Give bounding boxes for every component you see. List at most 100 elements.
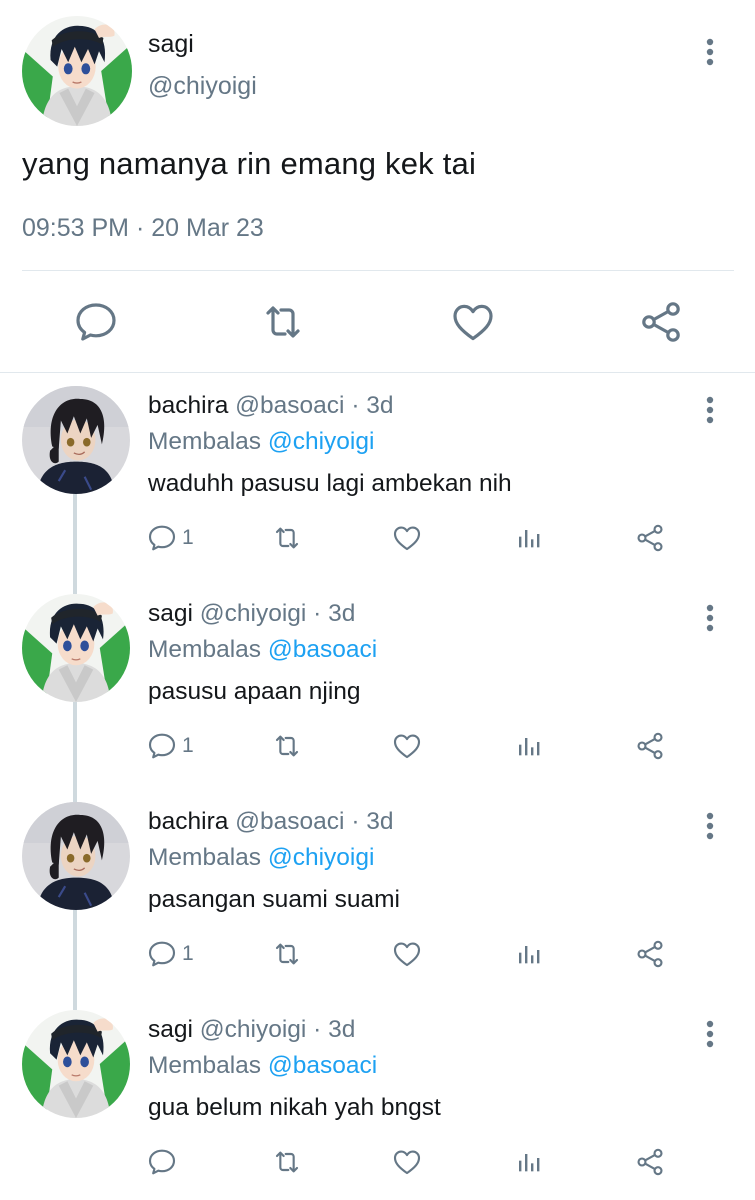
analytics-button[interactable] — [513, 1142, 545, 1182]
author-name[interactable]: sagi — [148, 600, 193, 627]
replying-label: Membalas — [148, 1052, 262, 1079]
like-button[interactable] — [391, 934, 423, 974]
reply-header: sagi @chiyoigi · 3d — [148, 1016, 355, 1044]
mention-link[interactable]: @chiyoigi — [268, 844, 375, 871]
reply-tweet[interactable]: bachira @basoaci · 3d Membalas @chiyoigi… — [0, 802, 755, 1010]
reply-text: pasangan suami suami — [148, 886, 400, 913]
more-vertical-icon — [695, 806, 725, 846]
reply-tweet[interactable]: sagi @chiyoigi · 3d Membalas @basoaci pa… — [0, 594, 755, 802]
retweet-button[interactable] — [259, 298, 307, 346]
reply-icon — [146, 938, 178, 970]
more-options-button[interactable] — [695, 390, 725, 430]
more-options-button[interactable] — [695, 1014, 725, 1054]
author-handle[interactable]: @chiyoigi — [200, 600, 307, 627]
author-handle[interactable]: @chiyoigi — [200, 1016, 307, 1043]
retweet-icon — [271, 1146, 303, 1178]
reply-button[interactable]: 1 — [146, 518, 194, 558]
avatar-image — [22, 594, 130, 702]
avatar-bachira[interactable] — [22, 802, 130, 910]
share-button[interactable] — [637, 298, 685, 346]
retweet-button[interactable] — [271, 1142, 303, 1182]
reply-button[interactable]: 1 — [146, 934, 194, 974]
author-handle[interactable]: @chiyoigi — [148, 72, 257, 101]
reply-actions: 1 — [0, 518, 755, 558]
share-icon — [634, 938, 666, 970]
avatar-sagi[interactable] — [22, 16, 132, 126]
reply-button[interactable] — [72, 298, 120, 346]
avatar-image — [22, 16, 132, 126]
like-button[interactable] — [391, 726, 423, 766]
analytics-button[interactable] — [513, 726, 545, 766]
reply-count: 1 — [182, 526, 194, 549]
share-button[interactable] — [634, 934, 666, 974]
retweet-button[interactable] — [271, 726, 303, 766]
reply-actions: 1 — [0, 726, 755, 766]
like-button[interactable] — [449, 298, 497, 346]
more-options-button[interactable] — [695, 598, 725, 638]
author-handle[interactable]: @basoaci — [235, 808, 344, 835]
author-name[interactable]: bachira — [148, 808, 228, 835]
more-options-button[interactable] — [695, 806, 725, 846]
replying-label: Membalas — [148, 428, 262, 455]
reply-actions — [0, 1142, 755, 1182]
like-icon — [391, 1146, 423, 1178]
retweet-icon — [271, 730, 303, 762]
meta-separator: · — [313, 1016, 322, 1043]
reply-header: sagi @chiyoigi · 3d — [148, 600, 355, 628]
analytics-icon — [513, 730, 545, 762]
like-icon — [391, 938, 423, 970]
more-options-button[interactable] — [695, 32, 725, 72]
mention-link[interactable]: @basoaci — [268, 1052, 377, 1079]
mention-link[interactable]: @basoaci — [268, 636, 377, 663]
reply-actions: 1 — [0, 934, 755, 974]
avatar-sagi[interactable] — [22, 594, 130, 702]
share-button[interactable] — [634, 726, 666, 766]
analytics-icon — [513, 1146, 545, 1178]
retweet-button[interactable] — [271, 934, 303, 974]
author-name[interactable]: bachira — [148, 392, 228, 419]
meta-separator: · — [135, 214, 145, 242]
retweet-icon — [259, 298, 307, 346]
tweet-timestamp: 09:53 PM · 20 Mar 23 — [22, 214, 264, 243]
replying-label: Membalas — [148, 636, 262, 663]
reply-icon — [146, 730, 178, 762]
reply-text: pasusu apaan njing — [148, 678, 361, 705]
analytics-button[interactable] — [513, 934, 545, 974]
reply-button[interactable] — [146, 1142, 182, 1182]
reply-age: 3d — [366, 392, 394, 419]
tweet-date: 20 Mar 23 — [151, 214, 264, 242]
share-icon — [634, 522, 666, 554]
reply-age: 3d — [366, 808, 394, 835]
tweet-text: yang namanya rin emang kek tai — [22, 146, 477, 181]
reply-icon — [146, 522, 178, 554]
like-icon — [391, 522, 423, 554]
author-name[interactable]: sagi — [148, 30, 194, 59]
reply-button[interactable]: 1 — [146, 726, 194, 766]
share-icon — [634, 730, 666, 762]
like-button[interactable] — [391, 518, 423, 558]
retweet-icon — [271, 522, 303, 554]
share-button[interactable] — [634, 518, 666, 558]
avatar-sagi[interactable] — [22, 1010, 130, 1118]
more-vertical-icon — [695, 1014, 725, 1054]
replying-to: Membalas @basoaci — [148, 1052, 377, 1080]
reply-icon — [146, 1146, 178, 1178]
reply-tweet[interactable]: bachira @basoaci · 3d Membalas @chiyoigi… — [0, 386, 755, 594]
author-handle[interactable]: @basoaci — [235, 392, 344, 419]
retweet-button[interactable] — [271, 518, 303, 558]
replying-label: Membalas — [148, 844, 262, 871]
mention-link[interactable]: @chiyoigi — [268, 428, 375, 455]
like-button[interactable] — [391, 1142, 423, 1182]
avatar-image — [22, 1010, 130, 1118]
meta-separator: · — [351, 808, 360, 835]
more-vertical-icon — [695, 32, 725, 72]
avatar-bachira[interactable] — [22, 386, 130, 494]
replying-to: Membalas @chiyoigi — [148, 844, 374, 872]
share-button[interactable] — [634, 1142, 666, 1182]
reply-tweet[interactable]: sagi @chiyoigi · 3d Membalas @basoaci gu… — [0, 1010, 755, 1200]
analytics-button[interactable] — [513, 518, 545, 558]
reply-header: bachira @basoaci · 3d — [148, 808, 394, 836]
analytics-icon — [513, 522, 545, 554]
like-icon — [391, 730, 423, 762]
author-name[interactable]: sagi — [148, 1016, 193, 1043]
